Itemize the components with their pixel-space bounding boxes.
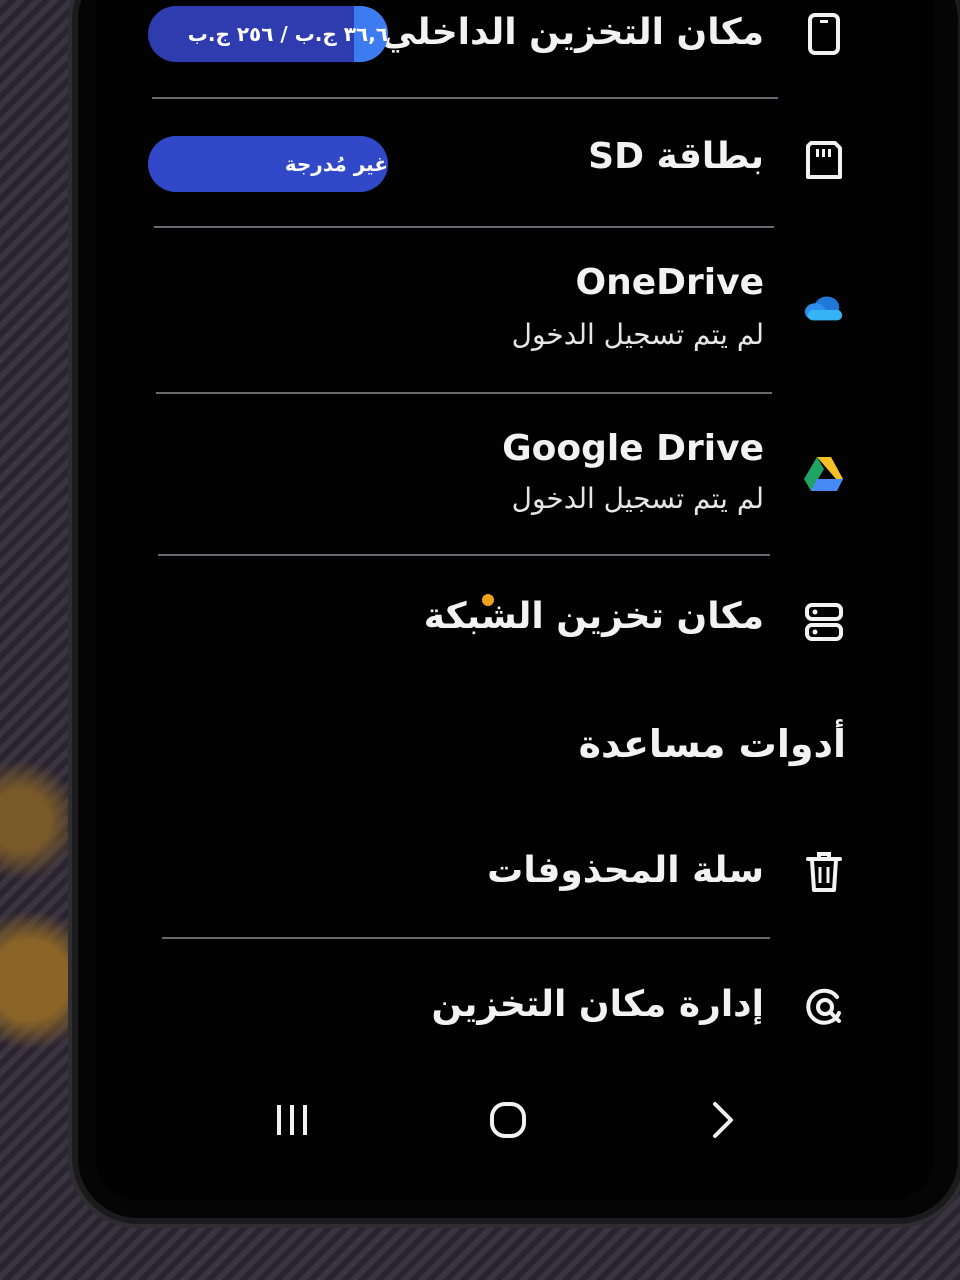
new-badge-dot: [482, 594, 494, 606]
internal-storage-label: مكان التخزين الداخلي: [380, 12, 764, 53]
home-icon: [490, 1102, 526, 1138]
recent-apps-button[interactable]: [262, 1090, 322, 1150]
google-drive-icon: [802, 452, 846, 496]
back-button[interactable]: [692, 1090, 752, 1150]
network-storage-label: مكان تخزين الشبكة: [423, 596, 764, 637]
sd-card-status: غير مُدرجة: [284, 152, 388, 176]
google-drive-status: لم يتم تسجيل الدخول: [511, 482, 764, 515]
phone-icon: [802, 12, 846, 56]
divider: [154, 226, 774, 228]
screen: مكان التخزين الداخلي ٣٦,٦ ج.ب / ٢٥٦ ج.ب …: [96, 0, 934, 1200]
storage-manage-icon: [802, 984, 846, 1028]
back-chevron-icon: [713, 1102, 733, 1138]
divider: [158, 554, 770, 556]
internal-storage-usage-pill: ٣٦,٦ ج.ب / ٢٥٦ ج.ب: [148, 6, 388, 62]
divider: [156, 392, 772, 394]
internal-storage-item[interactable]: مكان التخزين الداخلي ٣٦,٦ ج.ب / ٢٥٦ ج.ب: [96, 0, 934, 100]
navigation-bar: [96, 1080, 934, 1160]
onedrive-cloud-icon: [802, 286, 846, 330]
trash-label: سلة المحذوفات: [487, 850, 764, 891]
sd-card-icon: [802, 138, 846, 182]
divider: [162, 937, 770, 939]
utilities-section-title: أدوات مساعدة: [578, 722, 846, 766]
manage-storage-label: إدارة مكان التخزين: [431, 984, 764, 1025]
internal-storage-usage: ٣٦,٦ ج.ب / ٢٥٦ ج.ب: [187, 22, 388, 46]
home-button[interactable]: [478, 1090, 538, 1150]
google-drive-item[interactable]: Google Drive لم يتم تسجيل الدخول: [96, 416, 934, 556]
manage-storage-item[interactable]: إدارة مكان التخزين: [96, 974, 934, 1064]
trash-item[interactable]: سلة المحذوفات: [96, 840, 934, 930]
onedrive-item[interactable]: OneDrive لم يتم تسجيل الدخول: [96, 250, 934, 390]
onedrive-label: OneDrive: [575, 262, 764, 303]
onedrive-status: لم يتم تسجيل الدخول: [511, 318, 764, 351]
sd-card-label: بطاقة SD: [588, 136, 764, 177]
sd-card-status-pill: غير مُدرجة: [148, 136, 388, 192]
divider: [152, 97, 778, 99]
recent-apps-icon: [277, 1105, 307, 1135]
sd-card-item[interactable]: بطاقة SD غير مُدرجة: [96, 120, 934, 220]
google-drive-label: Google Drive: [502, 428, 764, 469]
network-storage-item[interactable]: مكان تخزين الشبكة: [96, 580, 934, 670]
network-storage-icon: [802, 600, 846, 644]
trash-icon: [802, 850, 846, 894]
